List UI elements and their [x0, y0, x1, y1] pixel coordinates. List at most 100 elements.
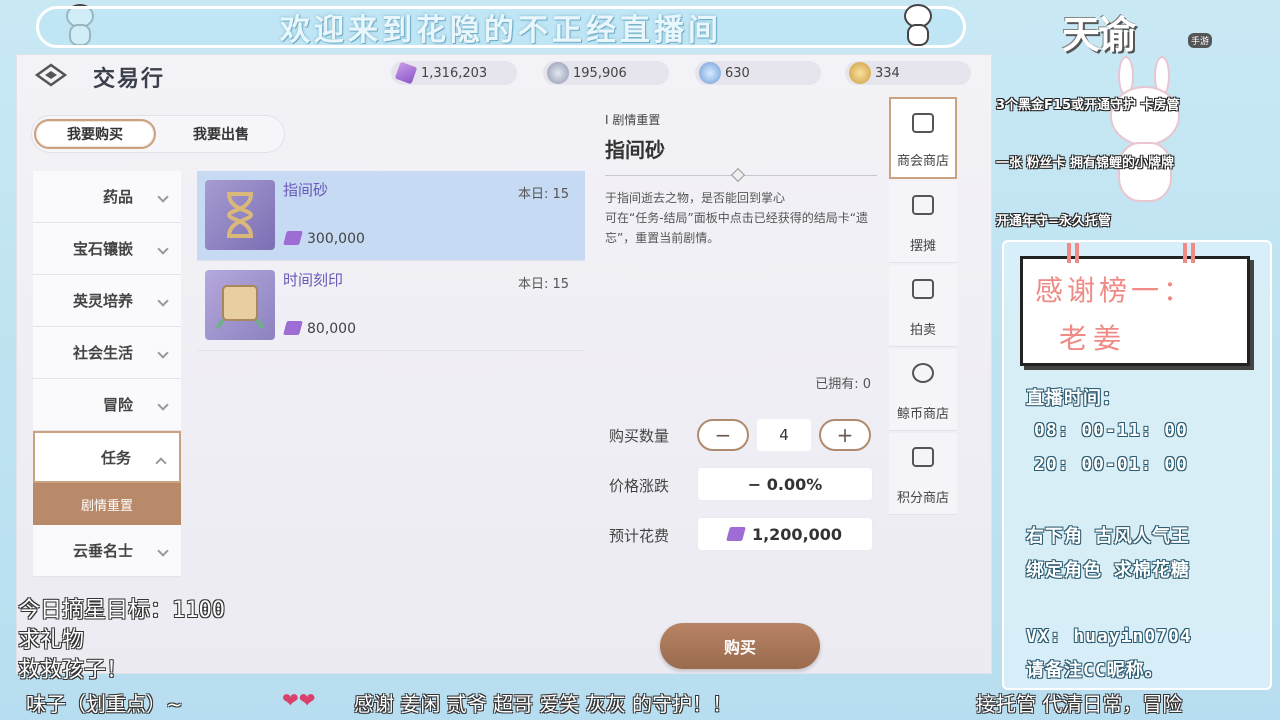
category-gem-inlay[interactable]: 宝石镶嵌 [33, 223, 181, 275]
vx-contact: VX: huayin0704 [1026, 626, 1192, 647]
gavel-icon [912, 279, 934, 299]
tab-sell[interactable]: 我要出售 [160, 119, 282, 149]
heart-icon: ❤❤ [282, 688, 316, 712]
category-spirit-training[interactable]: 英灵培养 [33, 275, 181, 327]
category-social-life[interactable]: 社会生活 [33, 327, 181, 379]
tab-label: 积分商店 [896, 491, 949, 506]
purple-gem-icon [394, 61, 418, 85]
bunny-sticker [1100, 56, 1190, 206]
stream-banner: 欢迎来到花隐的不正经直播间 [36, 6, 966, 48]
tab-points-shop[interactable]: 积分商店 [889, 433, 957, 515]
purple-gem-icon [726, 527, 746, 541]
category-quest[interactable]: 任务 [33, 431, 181, 483]
buy-sell-toggle: 我要购买 我要出售 [31, 115, 285, 153]
live-time-1: 08: 00-11: 00 [1034, 420, 1188, 441]
currency-value: 630 [725, 65, 750, 81]
category-label: 社会生活 [72, 344, 133, 362]
live-time-2: 20: 00-01: 00 [1034, 454, 1188, 475]
item-price: 300,000 [307, 231, 365, 247]
tab-whale-coin-shop[interactable]: 鲸币商店 [889, 349, 957, 431]
gold-coin-icon [849, 62, 871, 84]
currency-purple-gem: 1,316,203 [391, 61, 517, 85]
category-label: 英灵培养 [72, 292, 133, 310]
chevron-down-icon [157, 243, 169, 255]
cost-amount: 1,200,000 [751, 524, 843, 544]
shop-side-tabs: 商会商店 摆摊 拍卖 鲸币商店 积分商店 [889, 97, 957, 557]
tab-buy[interactable]: 我要购买 [34, 119, 156, 149]
estimated-cost-label: 预计花费 [609, 527, 670, 545]
stall-icon [912, 195, 934, 215]
currency-value: 1,316,203 [421, 65, 488, 81]
tab-stall[interactable]: 摆摊 [889, 181, 957, 263]
list-item[interactable]: 时间刻印 本日: 15 80,000 [197, 261, 585, 351]
category-label: 药品 [102, 188, 133, 206]
logo-text: 天谕 [1062, 12, 1136, 57]
category-label: 云垂名士 [72, 542, 133, 560]
overlay-note-3: 开通年守=永久托管 [996, 214, 1111, 229]
item-list: 指间砂 本日: 15 300,000 时间刻印 本日: 15 80,000 [197, 171, 585, 351]
decrease-quantity-button[interactable]: − [697, 419, 749, 451]
purple-gem-icon [283, 231, 303, 245]
tab-label: 摆摊 [909, 239, 936, 254]
increase-quantity-button[interactable]: + [819, 419, 871, 451]
tab-label: 商会商店 [896, 154, 949, 169]
list-item[interactable]: 指间砂 本日: 15 300,000 [197, 171, 585, 261]
currency-silver-coin: 195,906 [543, 61, 669, 85]
thanks-title: 感谢榜一： [1035, 274, 1196, 307]
estimated-cost-value: 1,200,000 [697, 517, 873, 551]
thanks-name: 老姜 [1059, 322, 1128, 355]
buy-button[interactable]: 购买 [660, 623, 820, 669]
currency-gold-coin: 334 [845, 61, 971, 85]
overlay-note-2: 一张 粉丝卡 拥有锦鲤的小牌牌 [996, 156, 1175, 171]
live-time-label: 直播时间： [1026, 388, 1121, 409]
banner-title: 欢迎来到花隐的不正经直播间 [280, 13, 722, 48]
bottom-ticker: 味子（划重点）~ ❤❤ 感谢 姜闲 贰爷 超哥 爱笑 灰灰 的守护！！ 接托管 … [0, 686, 1280, 720]
ticker-text-3: 接托管 代清日常，冒险 [976, 692, 1183, 716]
overlay-note-1: 3个黑金F15或开通守护 卡房管 [996, 98, 1180, 113]
game-window: 交易行 1,316,203 195,906 630 334 我要购买 我要出售 … [16, 54, 992, 674]
thanks-card: 感谢榜一： 老姜 [1020, 243, 1250, 366]
category-medicine[interactable]: 药品 [33, 171, 181, 223]
category-label: 任务 [100, 448, 131, 467]
seal-block-item-icon [205, 270, 275, 340]
purple-gem-icon [283, 321, 303, 335]
tab-label: 鲸币商店 [896, 407, 949, 422]
silver-coin-icon [547, 62, 569, 84]
chevron-down-icon [157, 191, 169, 203]
divider [605, 167, 877, 183]
tab-auction[interactable]: 拍卖 [889, 265, 957, 347]
price-change-value: − 0.00% [697, 467, 873, 501]
logo-badge: 手游 [1187, 33, 1212, 48]
chevron-down-icon [157, 347, 169, 359]
tab-label: 拍卖 [909, 323, 936, 338]
star-goal-text: 今日摘星目标：1100 [18, 598, 225, 623]
chevron-down-icon [157, 295, 169, 307]
hourglass-item-icon [205, 180, 275, 250]
quantity-label: 购买数量 [609, 427, 670, 445]
ticker-text-2: 感谢 姜闲 贰爷 超哥 爱笑 灰灰 的守护！！ [354, 692, 733, 716]
chevron-down-icon [157, 399, 169, 411]
whale-coin-icon [912, 363, 934, 383]
back-arrow-icon[interactable] [35, 63, 69, 87]
currency-blue-crystal: 630 [695, 61, 821, 85]
ticker-text-1: 味子（划重点）~ [26, 692, 183, 716]
bear-sticker-right [902, 4, 934, 48]
subcategory-story-reset[interactable]: 剧情重置 [33, 483, 181, 525]
item-name: 时间刻印 [283, 271, 344, 289]
item-price: 80,000 [307, 321, 356, 337]
category-adventure[interactable]: 冒险 [33, 379, 181, 431]
game-header: 交易行 1,316,203 195,906 630 334 [17, 55, 991, 95]
quantity-value[interactable]: 4 [757, 419, 811, 451]
game-logo: 天谕 手游 [1062, 4, 1222, 57]
item-daily-limit: 本日: 15 [517, 277, 569, 292]
chevron-down-icon [157, 545, 169, 557]
tab-guild-shop[interactable]: 商会商店 [889, 97, 957, 179]
price-change-label: 价格涨跌 [609, 477, 670, 495]
category-yunchui-notables[interactable]: 云垂名士 [33, 525, 181, 577]
save-kid-text: 救救孩子！ [18, 658, 129, 683]
currency-value: 334 [875, 65, 900, 81]
page-title: 交易行 [93, 66, 166, 92]
promo-line-2: 绑定角色 求棉花糖 [1026, 560, 1190, 581]
detail-description: 于指间逝去之物，是否能回到掌心 可在“任务-结局”面板中点击已经获得的结局卡“遗… [605, 191, 868, 245]
points-cart-icon [912, 447, 934, 467]
